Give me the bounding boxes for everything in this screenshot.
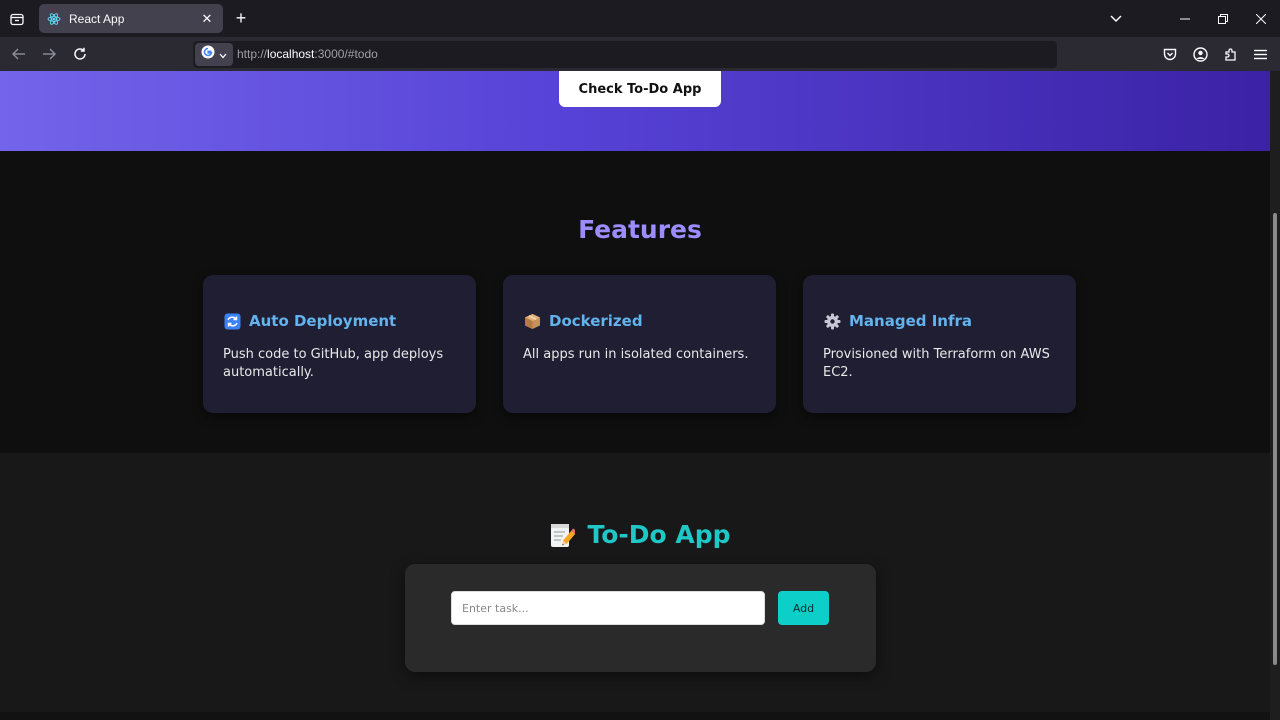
forward-arrow-icon[interactable] bbox=[38, 43, 60, 65]
task-input[interactable] bbox=[451, 591, 765, 625]
todo-form: Add bbox=[405, 564, 876, 672]
hero-section: Check To-Do App bbox=[0, 71, 1270, 151]
pocket-icon[interactable] bbox=[1159, 43, 1181, 65]
check-todo-button[interactable]: Check To-Do App bbox=[559, 71, 721, 107]
card-title: Auto Deployment bbox=[249, 312, 397, 330]
feature-card: Auto Deployment Push code to GitHub, app… bbox=[203, 275, 476, 413]
chevron-down-icon[interactable] bbox=[1106, 9, 1126, 29]
extensions-icon[interactable] bbox=[1219, 43, 1241, 65]
browser-tab[interactable]: React App ✕ bbox=[39, 4, 223, 33]
url-text[interactable]: http://localhost:3000/#todo bbox=[237, 47, 378, 61]
react-icon bbox=[47, 12, 61, 26]
tab-bar: React App ✕ + bbox=[0, 0, 1280, 37]
feature-card: Dockerized All apps run in isolated cont… bbox=[503, 275, 776, 413]
gear-icon bbox=[823, 312, 841, 330]
card-description: All apps run in isolated containers. bbox=[523, 347, 749, 362]
card-description: Provisioned with Terraform on AWS EC2. bbox=[823, 347, 1050, 380]
memo-icon bbox=[549, 521, 578, 549]
card-title: Dockerized bbox=[549, 312, 643, 330]
card-header: Auto Deployment bbox=[223, 312, 396, 330]
todo-heading: To-Do App bbox=[0, 520, 1270, 549]
menu-icon[interactable] bbox=[1249, 43, 1271, 65]
features-heading: Features bbox=[578, 215, 702, 244]
minimize-icon[interactable] bbox=[1166, 0, 1204, 37]
tab-list-icon[interactable] bbox=[6, 8, 28, 30]
chevron-down-icon bbox=[219, 46, 227, 64]
todo-title: To-Do App bbox=[587, 520, 731, 549]
card-description: Push code to GitHub, app deploys automat… bbox=[223, 347, 444, 380]
back-arrow-icon[interactable] bbox=[8, 43, 30, 65]
page-viewport: Check To-Do App Features Auto Deployment… bbox=[0, 71, 1270, 720]
refresh-icon bbox=[223, 312, 241, 330]
account-icon[interactable] bbox=[1189, 43, 1211, 65]
add-button[interactable]: Add bbox=[778, 591, 829, 625]
url-host: localhost bbox=[267, 47, 315, 61]
plus-icon[interactable]: + bbox=[231, 8, 251, 28]
card-header: Managed Infra bbox=[823, 312, 972, 330]
package-icon bbox=[523, 312, 541, 330]
scrollbar-thumb[interactable] bbox=[1273, 213, 1277, 665]
close-window-icon[interactable] bbox=[1242, 0, 1280, 37]
todo-section: To-Do App Add bbox=[0, 453, 1270, 712]
scrollbar[interactable] bbox=[1270, 71, 1280, 720]
restore-icon[interactable] bbox=[1204, 0, 1242, 37]
close-icon[interactable]: ✕ bbox=[199, 11, 215, 27]
card-header: Dockerized bbox=[523, 312, 643, 330]
page-footer-edge bbox=[0, 712, 1270, 720]
url-path: :3000/#todo bbox=[314, 47, 378, 61]
google-icon bbox=[201, 45, 215, 64]
window-controls bbox=[1166, 0, 1280, 37]
features-section: Features Auto Deployment Push code to Gi… bbox=[0, 151, 1270, 453]
tab-title: React App bbox=[69, 11, 125, 26]
card-title: Managed Infra bbox=[849, 312, 973, 330]
search-engine-button[interactable] bbox=[195, 43, 233, 66]
url-bar[interactable]: http://localhost:3000/#todo bbox=[193, 41, 1057, 68]
reload-icon[interactable] bbox=[69, 43, 91, 65]
feature-card: Managed Infra Provisioned with Terraform… bbox=[803, 275, 1076, 413]
url-scheme: http:// bbox=[237, 47, 268, 61]
